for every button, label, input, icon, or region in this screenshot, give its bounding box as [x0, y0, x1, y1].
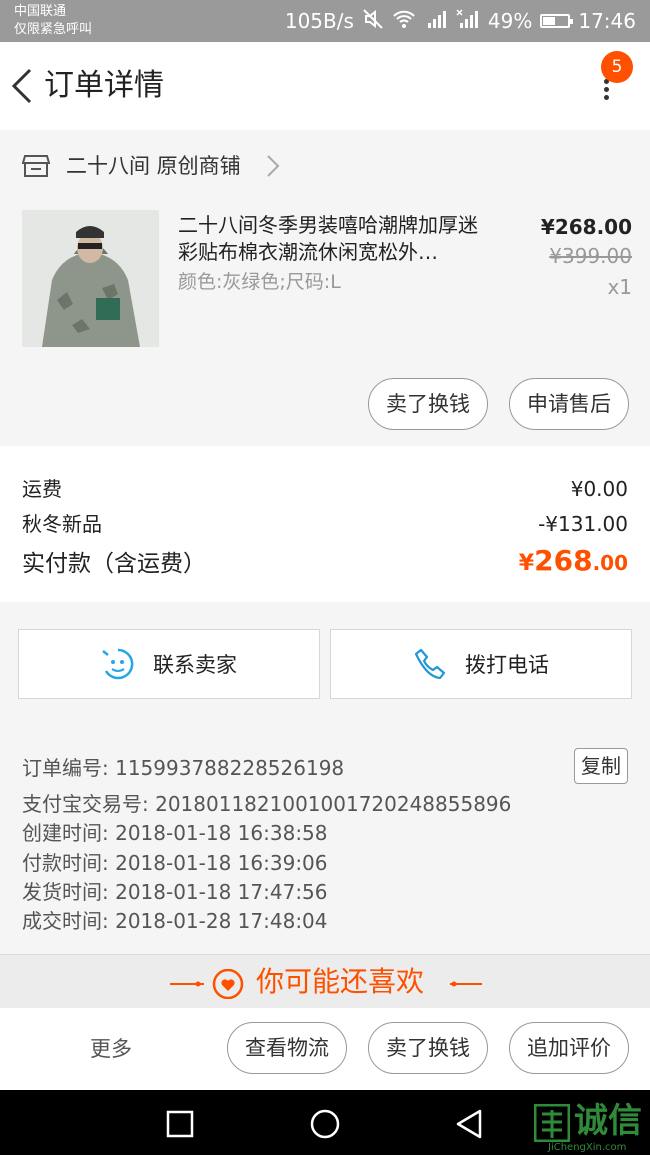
shipping-value: ¥0.00 [570, 477, 628, 501]
clock: 17:46 [578, 9, 636, 33]
heart-icon [170, 969, 244, 999]
product-price: ¥268.00 [540, 215, 632, 239]
discount-label: 秋冬新品 [22, 512, 102, 536]
total-currency: ¥ [518, 551, 535, 576]
order-number: 订单编号: 115993788228526198 [22, 756, 345, 780]
signal-4g-icon [424, 9, 448, 34]
completed-time: 成交时间: 2018-01-28 17:48:04 [22, 909, 328, 933]
original-price: ¥399.00 [549, 244, 632, 268]
wifi-icon [392, 9, 416, 34]
more-actions-button[interactable]: 更多 [90, 1034, 132, 1064]
watermark-subtext: JiChengXin.com [548, 1142, 627, 1153]
chat-icon [102, 648, 134, 680]
alipay-number: 支付宝交易号: 2018011821001001720248855896 [22, 792, 512, 816]
shipped-time: 发货时间: 2018-01-18 17:47:56 [22, 880, 328, 904]
battery-icon [540, 14, 574, 28]
sell-button[interactable]: 卖了换钱 [368, 378, 488, 430]
store-icon [21, 154, 51, 178]
recommend-title: 你可能还喜欢 [256, 965, 425, 998]
bottom-action-bar: 更多 查看物流 卖了换钱 追加评价 [0, 1008, 650, 1090]
sell-again-button[interactable]: 卖了换钱 [368, 1022, 488, 1074]
total-decimal: .00 [592, 551, 628, 575]
recommend-banner: 你可能还喜欢 [0, 954, 650, 1009]
add-review-button[interactable]: 追加评价 [509, 1022, 629, 1074]
carrier-name: 中国联通 [14, 4, 67, 19]
status-icons: 105B/s 49% 17:46 [285, 0, 636, 42]
copy-button[interactable]: 复制 [574, 748, 628, 784]
mute-icon [362, 8, 384, 35]
net-speed: 105B/s [284, 9, 354, 33]
divider-right-icon [450, 981, 482, 987]
signal-no-sim-icon [456, 8, 480, 34]
product-quantity: x1 [607, 275, 632, 299]
carrier-status: 仅限紧急呼叫 [14, 22, 93, 37]
chevron-right-icon [262, 152, 282, 180]
created-time: 创建时间: 2018-01-18 16:38:58 [22, 821, 328, 845]
paid-time: 付款时间: 2018-01-18 16:39:06 [22, 851, 328, 875]
view-logistics-button[interactable]: 查看物流 [227, 1022, 347, 1074]
product-attributes: 颜色:灰绿色;尺码:L [178, 271, 341, 293]
contact-section: 联系卖家 拨打电话 [0, 602, 650, 708]
status-bar: 中国联通 仅限紧急呼叫 105B/s 49% 17:46 [0, 0, 650, 42]
total-label: 实付款（含运费） [22, 551, 206, 577]
battery-fill [543, 17, 556, 25]
battery-percent: 49% [487, 9, 533, 33]
product-thumbnail[interactable] [22, 210, 159, 347]
watermark-logo-icon [534, 1104, 570, 1142]
shop-name: 二十八间 原创商铺 [66, 154, 241, 178]
phone-icon [414, 648, 446, 680]
discount-value: -¥131.00 [538, 512, 628, 536]
total-value: ¥268.00 [519, 544, 628, 577]
watermark-text: 诚信 [574, 1101, 642, 1141]
shop-row[interactable]: 二十八间 原创商铺 [0, 130, 650, 202]
home-icon[interactable] [309, 1108, 341, 1140]
call-phone-label: 拨打电话 [465, 653, 549, 677]
notification-badge: 5 [601, 51, 633, 83]
chevron-left-icon [11, 68, 32, 104]
total-integer: 268 [534, 544, 593, 577]
fee-summary: 运费 ¥0.00 秋冬新品 -¥131.00 实付款（含运费） ¥268.00 [0, 446, 650, 602]
recent-apps-icon[interactable] [166, 1110, 194, 1138]
after-sale-button[interactable]: 申请售后 [509, 378, 629, 430]
contact-seller-button[interactable]: 联系卖家 [18, 629, 320, 699]
contact-seller-label: 联系卖家 [153, 653, 237, 677]
nav-header: 订单详情 [0, 42, 650, 130]
shipping-label: 运费 [22, 477, 62, 501]
back-nav-icon[interactable] [454, 1108, 484, 1140]
call-phone-button[interactable]: 拨打电话 [330, 629, 632, 699]
product-name[interactable]: 二十八间冬季男装嘻哈潮牌加厚迷彩贴布棉衣潮流休闲宽松外… [178, 212, 488, 266]
order-info: 订单编号: 115993788228526198 复制 支付宝交易号: 2018… [0, 708, 650, 954]
product-card: 二十八间冬季男装嘻哈潮牌加厚迷彩贴布棉衣潮流休闲宽松外… 颜色:灰绿色;尺码:L… [0, 202, 650, 446]
page-title: 订单详情 [44, 68, 164, 103]
back-button[interactable] [8, 64, 38, 108]
